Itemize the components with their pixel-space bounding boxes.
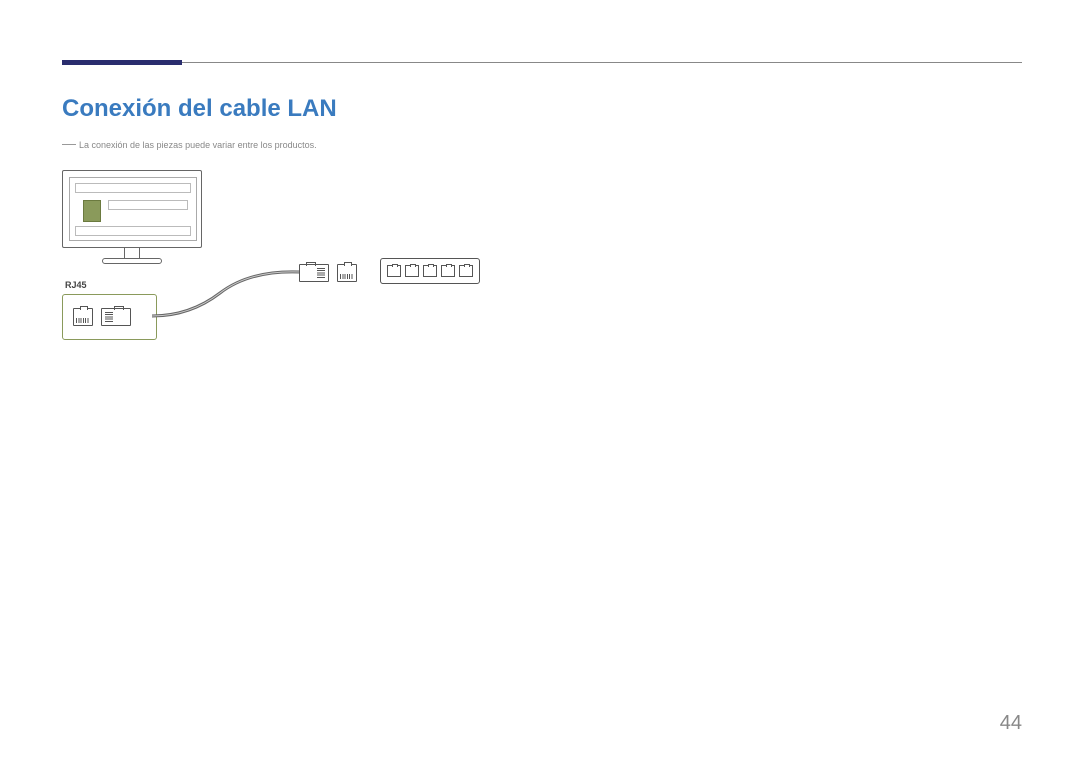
monitor-screen <box>62 170 202 248</box>
ethernet-port-icon <box>73 308 93 326</box>
rj45-label: RJ45 <box>65 280 87 290</box>
monitor-detail <box>108 200 188 210</box>
monitor-illustration <box>62 170 202 265</box>
monitor-port-highlight <box>83 200 101 222</box>
page-container: Conexión del cable LAN La conexión de la… <box>0 0 1080 763</box>
connection-diagram: RJ45 <box>62 170 512 370</box>
ethernet-plug-icon <box>299 264 329 282</box>
monitor-detail <box>75 226 191 236</box>
ethernet-plug-icon <box>101 308 131 326</box>
monitor-detail <box>75 183 191 193</box>
router-illustration <box>380 258 480 284</box>
router-port-icon <box>387 265 401 277</box>
monitor-stand-base <box>102 258 162 264</box>
note-text: La conexión de las piezas puede variar e… <box>79 140 317 150</box>
ethernet-port-icon <box>337 264 357 282</box>
page-number: 44 <box>1000 712 1022 735</box>
router-port-icon <box>405 265 419 277</box>
header-divider <box>62 62 1022 63</box>
note-dash-icon <box>62 144 76 145</box>
router-port-icon <box>459 265 473 277</box>
router-port-icon <box>441 265 455 277</box>
note-container: La conexión de las piezas puede variar e… <box>62 140 317 150</box>
header-accent-bar <box>62 60 182 65</box>
page-title: Conexión del cable LAN <box>62 95 337 123</box>
monitor-stand-neck <box>124 248 140 258</box>
cable-end-connectors <box>299 264 357 282</box>
router-port-icon <box>423 265 437 277</box>
monitor-inner <box>69 177 197 241</box>
